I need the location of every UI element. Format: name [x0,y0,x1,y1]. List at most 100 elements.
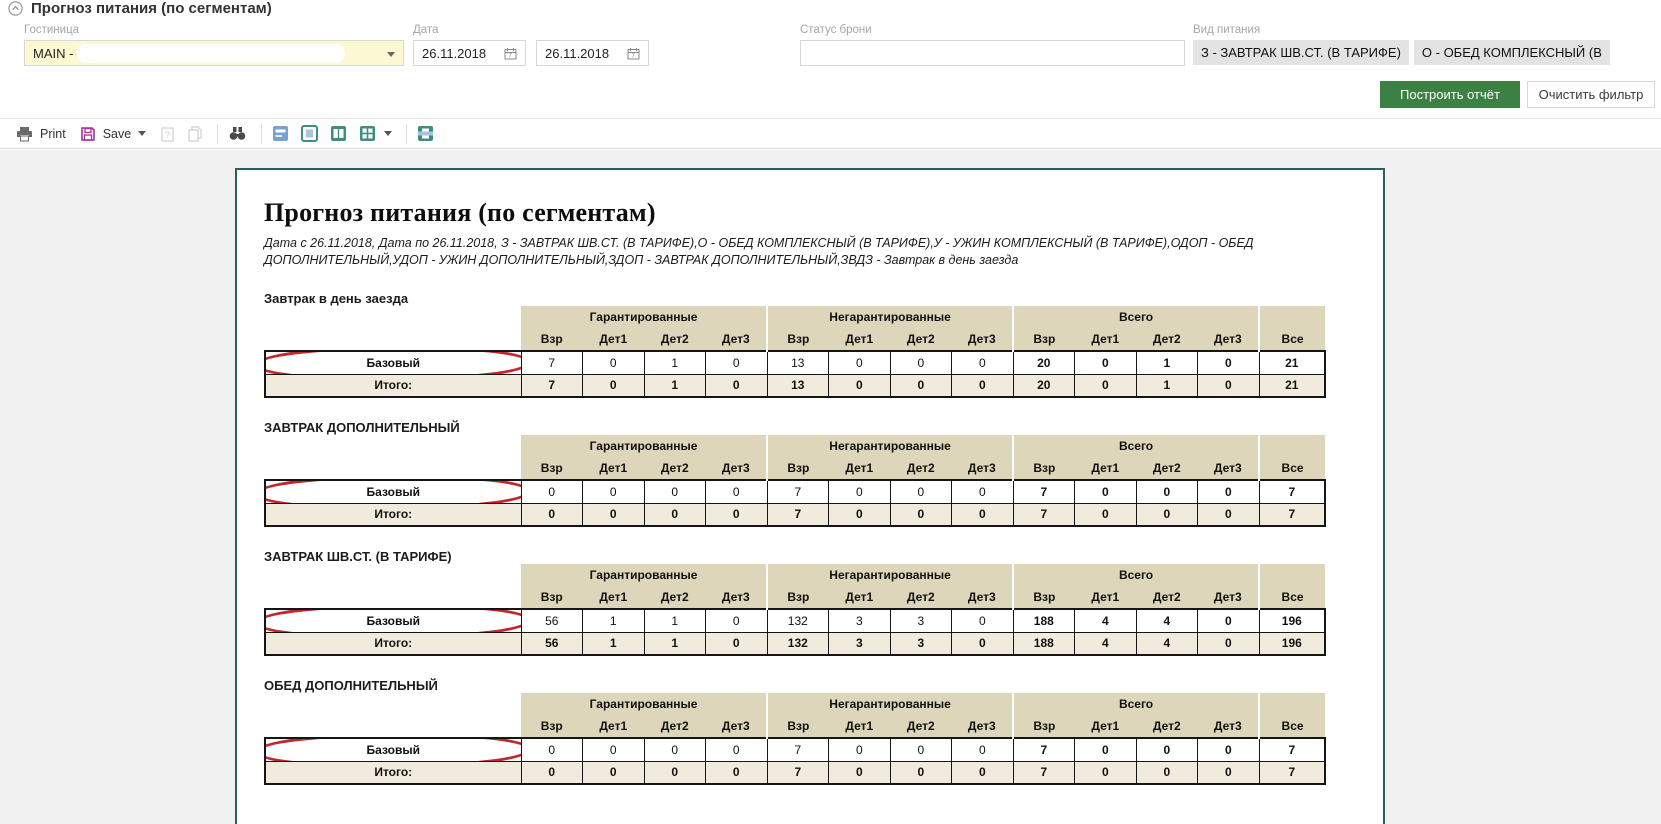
value-cell: 7 [1259,761,1325,784]
date-to-input[interactable]: 26.11.2018 7 [536,40,649,66]
report-preview-area[interactable]: Прогноз питания (по сегментам) Дата с 26… [0,150,1661,824]
print-button[interactable]: Print [16,126,66,142]
sub-column-header: Дет2 [890,715,952,738]
report-section: ОБЕД ДОПОЛНИТЕЛЬНЫЙГарантированныеНегара… [264,678,1383,785]
hotel-field: Гостиница MAIN - [24,24,404,66]
value-cell: 0 [829,480,891,503]
value-cell: 7 [767,503,829,526]
value-cell: 0 [644,761,706,784]
value-cell: 0 [706,738,768,761]
value-cell: 7 [1013,480,1075,503]
table-corner [265,693,521,715]
value-cell: 0 [890,374,952,397]
report-title: Прогноз питания (по сегментам) [264,198,1383,228]
value-cell: 0 [952,632,1014,655]
sub-column-header: Все [1259,715,1325,738]
value-cell: 0 [952,738,1014,761]
value-cell: 0 [644,738,706,761]
date-field: Дата 26.11.2018 7 26.11.2018 7 [413,24,649,66]
column-group-header: Негарантированные [767,693,1013,715]
value-cell: 0 [706,761,768,784]
column-group-header: Всего [1013,693,1259,715]
chevron-down-icon [387,52,395,57]
view-continuous-icon[interactable] [272,125,289,142]
calendar-icon[interactable]: 7 [504,47,517,60]
hotel-label: Гостиница [24,24,404,36]
save-button[interactable]: Save [80,126,147,142]
sub-column-header: Дет3 [1198,328,1260,351]
value-cell: 0 [1198,374,1260,397]
printer-icon [16,126,33,142]
clear-filter-button[interactable]: Очистить фильтр [1527,81,1655,108]
booking-status-input[interactable] [800,40,1185,66]
toolbar-separator [217,124,218,144]
value-cell: 0 [1136,738,1198,761]
meal-type-tag[interactable]: З - ЗАВТРАК ШВ.СТ. (В ТАРИФЕ) [1193,40,1409,65]
section-table: ГарантированныеНегарантированныеВсегоВзр… [264,564,1326,656]
value-cell: 1 [644,351,706,374]
table-corner [265,564,521,586]
build-report-button[interactable]: Построить отчёт [1380,81,1520,108]
page-width-icon[interactable] [417,125,434,142]
value-cell: 0 [890,761,952,784]
table-row: Базовый0000700070007 [265,738,1325,761]
value-cell: 0 [1075,374,1137,397]
table-corner [265,306,521,328]
value-cell: 20 [1013,351,1075,374]
view-single-page-icon[interactable] [301,125,318,142]
highlight-ellipse [265,480,521,503]
view-mode-dropdown-icon[interactable] [384,131,392,136]
table-row: Итого:56110132330188440196 [265,632,1325,655]
view-facing-pages-icon[interactable] [330,125,347,142]
table-corner [265,435,521,457]
value-cell: 0 [1075,761,1137,784]
sub-column-header: Дет1 [829,586,891,609]
value-cell: 0 [644,503,706,526]
date-from-input[interactable]: 26.11.2018 7 [413,40,526,66]
value-cell: 7 [1259,480,1325,503]
value-cell: 0 [706,503,768,526]
value-cell: 0 [890,351,952,374]
value-cell: 0 [706,351,768,374]
value-cell: 0 [1136,480,1198,503]
value-cell: 0 [1136,503,1198,526]
section-table: ГарантированныеНегарантированныеВсегоВзр… [264,306,1326,398]
collapse-panel-icon[interactable] [8,1,23,16]
column-group-header: Негарантированные [767,435,1013,457]
value-cell: 0 [829,503,891,526]
find-icon[interactable] [228,126,247,141]
value-cell: 0 [1198,480,1260,503]
save-dropdown-icon[interactable] [138,131,146,136]
row-label: Базовый [265,738,521,761]
hotel-select[interactable]: MAIN - [24,40,404,66]
view-multiple-pages-icon[interactable] [359,125,392,142]
report-page: Прогноз питания (по сегментам) Дата с 26… [235,168,1385,824]
save-label: Save [103,127,132,141]
report-sections: Завтрак в день заездаГарантированныеНега… [264,291,1383,785]
sub-column-header: Взр [521,715,583,738]
meal-type-tags[interactable]: З - ЗАВТРАК ШВ.СТ. (В ТАРИФЕ)О - ОБЕД КО… [1193,40,1661,65]
column-group-header: Гарантированные [521,564,767,586]
table-row: Базовый7010130002001021 [265,351,1325,374]
value-cell: 196 [1259,632,1325,655]
sub-column-header: Дет3 [1198,457,1260,480]
value-cell: 21 [1259,374,1325,397]
value-cell: 4 [1136,632,1198,655]
sub-column-header: Взр [521,328,583,351]
save-icon [80,126,96,142]
table-row: Базовый56110132330188440196 [265,609,1325,632]
value-cell: 1 [644,609,706,632]
calendar-icon[interactable]: 7 [627,47,640,60]
sub-column-header: Дет1 [583,586,645,609]
value-cell: 1 [644,632,706,655]
sub-column-header: Дет1 [1075,715,1137,738]
value-cell: 4 [1136,609,1198,632]
value-cell: 0 [952,503,1014,526]
sub-column-header: Дет2 [644,457,706,480]
column-group-header: Гарантированные [521,306,767,328]
meal-type-tag[interactable]: О - ОБЕД КОМПЛЕКСНЫЙ (В [1414,40,1610,65]
sub-column-header: Дет1 [1075,586,1137,609]
page-title: Прогноз питания (по сегментам) [31,0,272,17]
column-group-header [1259,693,1325,715]
sub-column-header: Дет2 [890,328,952,351]
